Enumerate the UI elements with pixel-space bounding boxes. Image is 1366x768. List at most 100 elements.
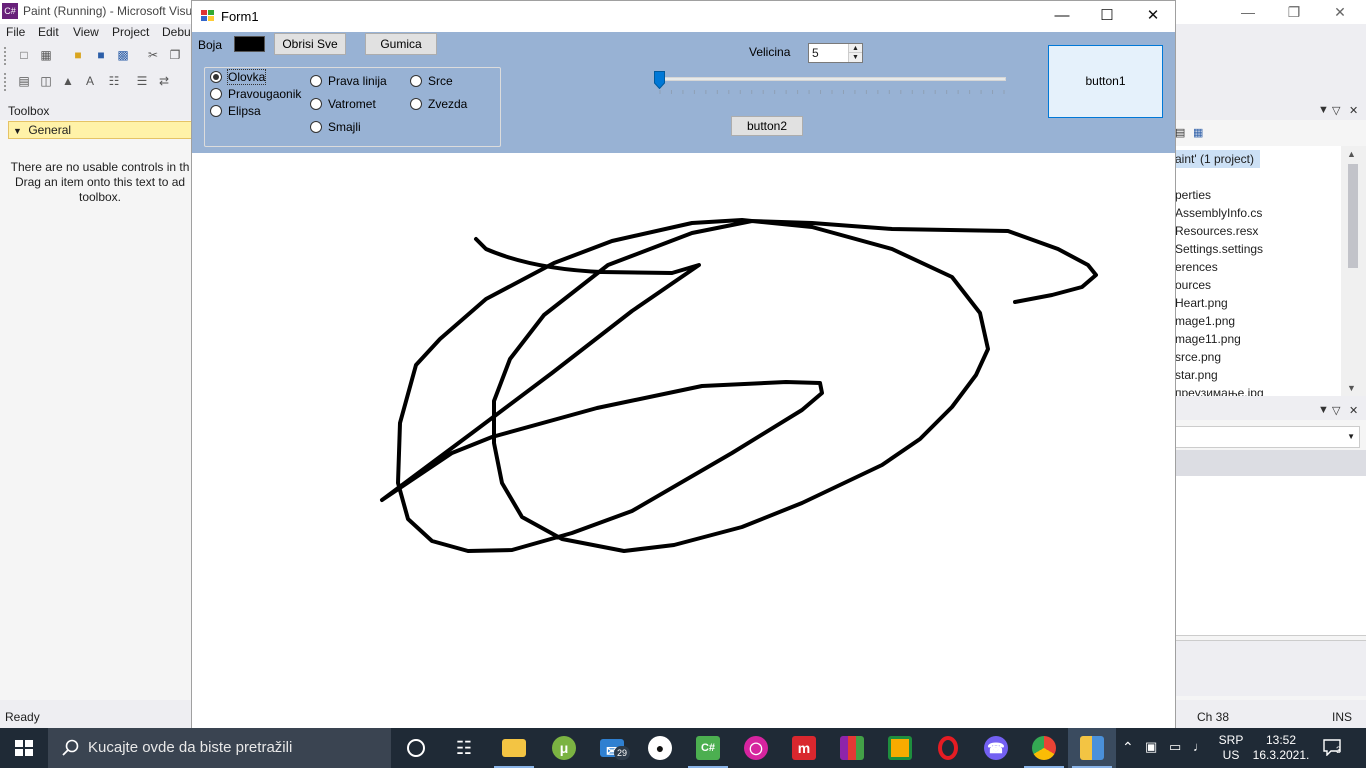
vs-restore-button[interactable]: ❐ <box>1274 2 1314 22</box>
toolbar-grip[interactable] <box>4 73 7 91</box>
scroll-thumb[interactable] <box>1348 164 1358 268</box>
mail-icon[interactable]: ✉ 29 <box>588 728 636 768</box>
new-project-icon[interactable]: □ <box>16 48 32 62</box>
size-numeric-updown[interactable]: 5 ▲ ▼ <box>808 43 863 63</box>
input-language-indicator[interactable]: SRP US <box>1216 733 1246 768</box>
solution-item[interactable]: Resources.resx <box>1175 222 1258 240</box>
vs-minimize-button[interactable]: — <box>1228 2 1268 22</box>
save-icon[interactable]: ■ <box>93 48 109 62</box>
toolbox-group-general[interactable]: ▼ General <box>8 121 192 139</box>
spacing-icon[interactable]: ☰ <box>134 74 150 88</box>
menu-file[interactable]: File <box>6 25 25 39</box>
mega-icon[interactable]: m <box>780 728 828 768</box>
solution-item[interactable]: perties <box>1175 186 1211 204</box>
menu-debug[interactable]: Debu <box>162 25 191 39</box>
visual-studio-logo-icon: C# <box>2 3 18 19</box>
keyboard-layout: US <box>1222 748 1240 762</box>
drawing-canvas[interactable] <box>192 153 1175 729</box>
menu-edit[interactable]: Edit <box>38 25 59 39</box>
mail-badge: 29 <box>614 746 630 760</box>
size-value[interactable]: 5 <box>812 46 819 60</box>
radio-indicator <box>210 105 222 117</box>
properties-icon[interactable]: ▦ <box>1193 126 1203 139</box>
solution-item[interactable]: star.png <box>1175 366 1218 384</box>
form-close-button[interactable]: ✕ <box>1130 1 1176 32</box>
align-icon[interactable]: ▤ <box>16 74 32 88</box>
taskbar-search-box[interactable]: Kucajte ovde da biste pretražili <box>48 728 391 768</box>
chrome-icon[interactable] <box>1020 728 1068 768</box>
font-icon[interactable]: A <box>82 74 98 88</box>
solution-item[interactable]: Heart.png <box>1175 294 1228 312</box>
solution-item[interactable]: erences <box>1175 258 1218 276</box>
button1[interactable]: button1 <box>1048 45 1163 118</box>
close-icon[interactable]: ✕ <box>1349 404 1358 417</box>
scroll-down-icon[interactable]: ▼ <box>1347 383 1356 393</box>
copy-icon[interactable]: ❐ <box>167 48 183 62</box>
paint-app-icon[interactable] <box>1068 728 1116 768</box>
meet-now-icon[interactable]: ▣ <box>1145 739 1157 768</box>
visual-studio-icon[interactable]: C# <box>684 728 732 768</box>
trackbar-track <box>658 77 1006 81</box>
shape-groupbox: Olovka Pravougaonik Elipsa Prava linija … <box>204 67 501 147</box>
spin-down-icon[interactable]: ▼ <box>849 53 862 62</box>
solution-scrollbar[interactable]: ▲ ▼ <box>1341 146 1366 396</box>
windows-start-icon[interactable] <box>0 728 48 768</box>
cut-icon[interactable]: ✂ <box>145 48 161 62</box>
opera-icon[interactable] <box>924 728 972 768</box>
size-trackbar[interactable] <box>654 68 1010 98</box>
properties-grid[interactable] <box>1175 476 1366 636</box>
solution-item[interactable]: mage11.png <box>1175 330 1241 348</box>
github-icon[interactable]: ● <box>636 728 684 768</box>
trackbar-thumb[interactable] <box>654 71 665 89</box>
form-titlebar[interactable]: Form1 — ☐ ✕ <box>192 1 1175 32</box>
volume-icon[interactable]: ♩ <box>1193 739 1206 768</box>
form-maximize-button[interactable]: ☐ <box>1084 1 1130 32</box>
toolbar-grip[interactable] <box>4 47 7 65</box>
open-file-icon[interactable]: ■ <box>70 48 86 62</box>
pin-icon[interactable]: ▽ <box>1332 404 1340 417</box>
solution-item[interactable]: Settings.settings <box>1175 240 1263 258</box>
tools-panel: Boja Obrisi Sve Gumica Olovka Pravougaon… <box>192 32 1175 153</box>
color-picker-swatch[interactable] <box>234 36 265 52</box>
viber-icon[interactable]: ☎ <box>972 728 1020 768</box>
scroll-up-icon[interactable]: ▲ <box>1347 149 1356 159</box>
solution-item[interactable]: mage1.png <box>1175 312 1235 330</box>
menu-view[interactable]: View <box>73 25 99 39</box>
taskbar-clock[interactable]: 13:52 16.3.2021. <box>1252 733 1310 768</box>
show-all-files-icon[interactable]: ▤ <box>1175 126 1185 139</box>
radio-label: Pravougaonik <box>228 87 302 101</box>
align-to-grid-icon[interactable]: ◫ <box>38 74 54 88</box>
size-icon[interactable]: ☷ <box>106 74 122 88</box>
solution-item[interactable]: srce.png <box>1175 348 1221 366</box>
solution-item[interactable]: AssemblyInfo.cs <box>1175 204 1262 222</box>
save-all-icon[interactable]: ▩ <box>115 48 131 62</box>
eraser-button[interactable]: Gumica <box>365 33 437 55</box>
indent-icon[interactable]: ⇄ <box>156 74 172 88</box>
solution-item[interactable]: преузимање.jpg <box>1175 384 1264 396</box>
battery-icon[interactable]: ▭ <box>1169 739 1181 768</box>
show-hidden-icons-icon[interactable]: ⌃ <box>1122 739 1134 768</box>
clock-date: 16.3.2021. <box>1252 748 1310 762</box>
form-minimize-button[interactable]: — <box>1039 1 1085 32</box>
file-explorer-icon[interactable] <box>490 728 538 768</box>
utorrent-icon[interactable]: μ <box>540 728 588 768</box>
vs-close-button[interactable]: ✕ <box>1320 2 1360 22</box>
close-icon[interactable]: ✕ <box>1349 104 1358 117</box>
solution-item[interactable]: aint' (1 project) <box>1175 150 1260 168</box>
add-item-icon[interactable]: ▦ <box>38 48 54 62</box>
winrar-icon[interactable] <box>828 728 876 768</box>
instagram-icon[interactable]: ◯ <box>732 728 780 768</box>
clear-all-button[interactable]: Obrisi Sve <box>274 33 346 55</box>
menu-project[interactable]: Project <box>112 25 149 39</box>
pin-icon[interactable]: ▽ <box>1332 104 1340 117</box>
dropdown-arrow-icon[interactable]: ▼ <box>1318 104 1329 116</box>
cortana-icon[interactable] <box>392 728 440 768</box>
dropdown-arrow-icon[interactable]: ▼ <box>1318 404 1329 416</box>
task-view-icon[interactable]: ☷ <box>440 728 488 768</box>
button2[interactable]: button2 <box>731 116 803 136</box>
classroom-icon[interactable] <box>876 728 924 768</box>
properties-object-combo[interactable]: ▼ <box>1175 426 1360 448</box>
format-icon[interactable]: ▲ <box>60 74 76 88</box>
solution-item[interactable]: ources <box>1175 276 1211 294</box>
spin-up-icon[interactable]: ▲ <box>849 44 862 53</box>
